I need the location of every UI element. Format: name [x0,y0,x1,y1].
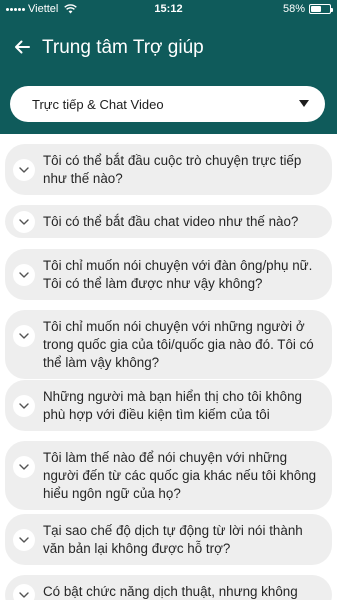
faq-item[interactable]: Tôi có thể bắt đầu cuộc trò chuyện trực … [5,144,332,195]
battery-percent: 58% [282,3,305,15]
faq-item[interactable]: Những người mà bạn hiển thị cho tôi khôn… [5,380,332,431]
battery-icon [309,4,333,14]
battery-level [311,6,322,12]
dropdown-selected-value: Trực tiếp & Chat Video [32,97,164,112]
faq-item[interactable]: Tôi có thể bắt đầu chat video như thế nà… [5,205,332,238]
faq-question: Tôi chỉ muốn nói chuyện với những người … [43,319,314,370]
faq-question: Tôi có thể bắt đầu chat video như thế nà… [43,214,299,229]
chevron-down-icon [13,263,35,286]
chevron-down-icon [13,584,35,600]
status-bar: Viettel 15:12 58% [0,0,337,20]
chevron-down-icon [13,324,35,347]
chevron-down-icon [13,158,35,181]
title-row: Trung tâm Trợ giúp [0,30,337,64]
faq-question: Có bật chức năng dịch thuật, nhưng không [43,584,298,599]
faq-question: Tại sao chế độ dịch tự động từ lời nói t… [43,523,303,556]
page-title: Trung tâm Trợ giúp [42,37,204,58]
header-bar: Viettel 15:12 58% Trung tâm Trợ giúp Trự… [0,0,337,134]
chevron-down-icon [13,394,35,417]
faq-item[interactable]: Tại sao chế độ dịch tự động từ lời nói t… [5,514,332,565]
chevron-down-icon [13,210,35,233]
faq-item[interactable]: Có bật chức năng dịch thuật, nhưng không [5,575,332,600]
arrow-left-icon[interactable] [13,38,31,56]
faq-item[interactable]: Tôi làm thế nào để nói chuyện với những … [5,441,332,510]
chevron-down-icon [13,528,35,551]
faq-question: Những người mà bạn hiển thị cho tôi khôn… [43,389,302,422]
triangle-down-icon [299,100,309,107]
faq-question: Tôi có thể bắt đầu cuộc trò chuyện trực … [43,153,302,186]
faq-item[interactable]: Tôi chỉ muốn nói chuyện với đàn ông/phụ … [5,249,332,300]
chevron-down-icon [13,455,35,478]
faq-question: Tôi chỉ muốn nói chuyện với đàn ông/phụ … [43,258,313,291]
faq-question: Tôi làm thế nào để nói chuyện với những … [43,450,317,501]
status-right: 58% [282,3,333,15]
category-dropdown[interactable]: Trực tiếp & Chat Video [10,86,325,122]
faq-item[interactable]: Tôi chỉ muốn nói chuyện với những người … [5,310,332,379]
